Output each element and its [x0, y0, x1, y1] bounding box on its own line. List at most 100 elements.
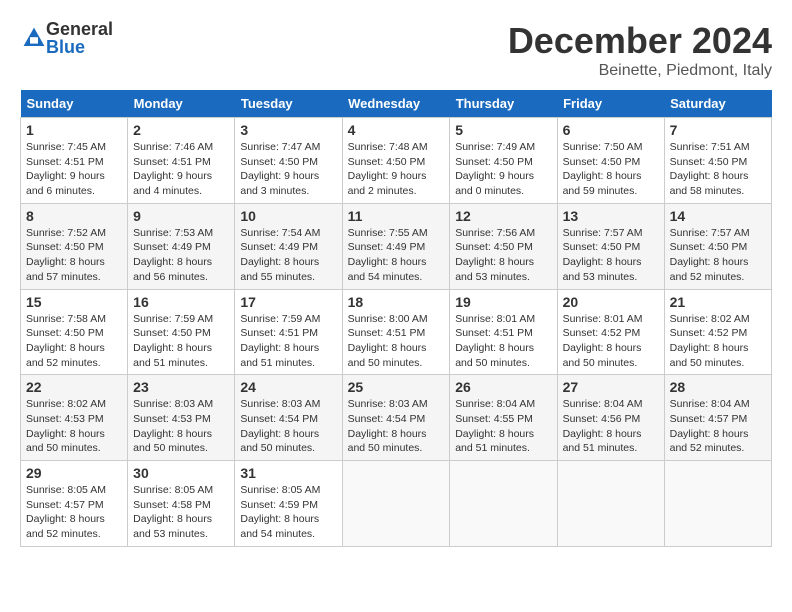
day-info: Sunrise: 8:05 AM Sunset: 4:57 PM Dayligh… [26, 483, 122, 542]
day-info: Sunrise: 8:00 AM Sunset: 4:51 PM Dayligh… [348, 312, 445, 371]
day-number: 11 [348, 208, 445, 224]
calendar-cell: 12 Sunrise: 7:56 AM Sunset: 4:50 PM Dayl… [450, 203, 557, 289]
calendar-cell: 3 Sunrise: 7:47 AM Sunset: 4:50 PM Dayli… [235, 118, 342, 204]
calendar-cell: 23 Sunrise: 8:03 AM Sunset: 4:53 PM Dayl… [128, 375, 235, 461]
calendar-cell: 13 Sunrise: 7:57 AM Sunset: 4:50 PM Dayl… [557, 203, 664, 289]
day-number: 18 [348, 294, 445, 310]
calendar-body: 1 Sunrise: 7:45 AM Sunset: 4:51 PM Dayli… [21, 118, 772, 547]
calendar-cell: 10 Sunrise: 7:54 AM Sunset: 4:49 PM Dayl… [235, 203, 342, 289]
day-info: Sunrise: 7:58 AM Sunset: 4:50 PM Dayligh… [26, 312, 122, 371]
day-info: Sunrise: 7:57 AM Sunset: 4:50 PM Dayligh… [563, 226, 659, 285]
day-info: Sunrise: 7:54 AM Sunset: 4:49 PM Dayligh… [240, 226, 336, 285]
calendar-cell: 9 Sunrise: 7:53 AM Sunset: 4:49 PM Dayli… [128, 203, 235, 289]
day-number: 9 [133, 208, 229, 224]
calendar-cell: 17 Sunrise: 7:59 AM Sunset: 4:51 PM Dayl… [235, 289, 342, 375]
day-info: Sunrise: 8:02 AM Sunset: 4:52 PM Dayligh… [670, 312, 766, 371]
calendar-cell [342, 461, 450, 547]
calendar-cell: 31 Sunrise: 8:05 AM Sunset: 4:59 PM Dayl… [235, 461, 342, 547]
day-info: Sunrise: 8:03 AM Sunset: 4:53 PM Dayligh… [133, 397, 229, 456]
day-info: Sunrise: 7:59 AM Sunset: 4:50 PM Dayligh… [133, 312, 229, 371]
col-saturday: Saturday [664, 90, 771, 118]
day-info: Sunrise: 7:53 AM Sunset: 4:49 PM Dayligh… [133, 226, 229, 285]
day-info: Sunrise: 8:04 AM Sunset: 4:57 PM Dayligh… [670, 397, 766, 456]
header: General Blue December 2024 Beinette, Pie… [20, 20, 772, 80]
calendar-cell: 22 Sunrise: 8:02 AM Sunset: 4:53 PM Dayl… [21, 375, 128, 461]
day-info: Sunrise: 8:05 AM Sunset: 4:59 PM Dayligh… [240, 483, 336, 542]
day-number: 8 [26, 208, 122, 224]
calendar-cell [664, 461, 771, 547]
day-number: 31 [240, 465, 336, 481]
col-monday: Monday [128, 90, 235, 118]
day-number: 10 [240, 208, 336, 224]
calendar-cell: 2 Sunrise: 7:46 AM Sunset: 4:51 PM Dayli… [128, 118, 235, 204]
calendar-row: 8 Sunrise: 7:52 AM Sunset: 4:50 PM Dayli… [21, 203, 772, 289]
day-number: 29 [26, 465, 122, 481]
calendar-row: 1 Sunrise: 7:45 AM Sunset: 4:51 PM Dayli… [21, 118, 772, 204]
calendar-cell: 26 Sunrise: 8:04 AM Sunset: 4:55 PM Dayl… [450, 375, 557, 461]
day-info: Sunrise: 7:57 AM Sunset: 4:50 PM Dayligh… [670, 226, 766, 285]
day-number: 7 [670, 122, 766, 138]
calendar-cell: 8 Sunrise: 7:52 AM Sunset: 4:50 PM Dayli… [21, 203, 128, 289]
calendar-cell: 29 Sunrise: 8:05 AM Sunset: 4:57 PM Dayl… [21, 461, 128, 547]
day-number: 4 [348, 122, 445, 138]
calendar-cell: 20 Sunrise: 8:01 AM Sunset: 4:52 PM Dayl… [557, 289, 664, 375]
day-number: 12 [455, 208, 551, 224]
col-thursday: Thursday [450, 90, 557, 118]
calendar-cell: 15 Sunrise: 7:58 AM Sunset: 4:50 PM Dayl… [21, 289, 128, 375]
day-info: Sunrise: 7:59 AM Sunset: 4:51 PM Dayligh… [240, 312, 336, 371]
calendar: Sunday Monday Tuesday Wednesday Thursday… [20, 90, 772, 547]
day-number: 3 [240, 122, 336, 138]
day-info: Sunrise: 7:55 AM Sunset: 4:49 PM Dayligh… [348, 226, 445, 285]
day-number: 2 [133, 122, 229, 138]
day-info: Sunrise: 7:49 AM Sunset: 4:50 PM Dayligh… [455, 140, 551, 199]
calendar-cell: 11 Sunrise: 7:55 AM Sunset: 4:49 PM Dayl… [342, 203, 450, 289]
calendar-cell: 28 Sunrise: 8:04 AM Sunset: 4:57 PM Dayl… [664, 375, 771, 461]
day-number: 6 [563, 122, 659, 138]
calendar-cell: 24 Sunrise: 8:03 AM Sunset: 4:54 PM Dayl… [235, 375, 342, 461]
day-number: 22 [26, 379, 122, 395]
logo: General Blue [20, 20, 113, 56]
calendar-cell [450, 461, 557, 547]
day-info: Sunrise: 7:45 AM Sunset: 4:51 PM Dayligh… [26, 140, 122, 199]
calendar-cell: 30 Sunrise: 8:05 AM Sunset: 4:58 PM Dayl… [128, 461, 235, 547]
day-info: Sunrise: 8:01 AM Sunset: 4:52 PM Dayligh… [563, 312, 659, 371]
calendar-cell: 5 Sunrise: 7:49 AM Sunset: 4:50 PM Dayli… [450, 118, 557, 204]
col-sunday: Sunday [21, 90, 128, 118]
day-number: 21 [670, 294, 766, 310]
calendar-row: 29 Sunrise: 8:05 AM Sunset: 4:57 PM Dayl… [21, 461, 772, 547]
day-number: 28 [670, 379, 766, 395]
day-info: Sunrise: 8:04 AM Sunset: 4:56 PM Dayligh… [563, 397, 659, 456]
day-info: Sunrise: 7:47 AM Sunset: 4:50 PM Dayligh… [240, 140, 336, 199]
calendar-cell: 7 Sunrise: 7:51 AM Sunset: 4:50 PM Dayli… [664, 118, 771, 204]
calendar-cell: 27 Sunrise: 8:04 AM Sunset: 4:56 PM Dayl… [557, 375, 664, 461]
logo-blue-text: Blue [46, 38, 113, 56]
day-info: Sunrise: 8:01 AM Sunset: 4:51 PM Dayligh… [455, 312, 551, 371]
day-info: Sunrise: 8:05 AM Sunset: 4:58 PM Dayligh… [133, 483, 229, 542]
day-number: 27 [563, 379, 659, 395]
location: Beinette, Piedmont, Italy [508, 62, 772, 80]
calendar-cell: 25 Sunrise: 8:03 AM Sunset: 4:54 PM Dayl… [342, 375, 450, 461]
day-info: Sunrise: 8:03 AM Sunset: 4:54 PM Dayligh… [348, 397, 445, 456]
day-number: 24 [240, 379, 336, 395]
month-title: December 2024 [508, 20, 772, 62]
col-tuesday: Tuesday [235, 90, 342, 118]
col-wednesday: Wednesday [342, 90, 450, 118]
day-number: 14 [670, 208, 766, 224]
day-info: Sunrise: 7:56 AM Sunset: 4:50 PM Dayligh… [455, 226, 551, 285]
day-number: 16 [133, 294, 229, 310]
calendar-cell: 4 Sunrise: 7:48 AM Sunset: 4:50 PM Dayli… [342, 118, 450, 204]
calendar-cell: 1 Sunrise: 7:45 AM Sunset: 4:51 PM Dayli… [21, 118, 128, 204]
day-number: 15 [26, 294, 122, 310]
logo-general-text: General [46, 20, 113, 38]
calendar-cell: 18 Sunrise: 8:00 AM Sunset: 4:51 PM Dayl… [342, 289, 450, 375]
day-number: 30 [133, 465, 229, 481]
calendar-row: 15 Sunrise: 7:58 AM Sunset: 4:50 PM Dayl… [21, 289, 772, 375]
calendar-cell: 6 Sunrise: 7:50 AM Sunset: 4:50 PM Dayli… [557, 118, 664, 204]
day-number: 13 [563, 208, 659, 224]
col-friday: Friday [557, 90, 664, 118]
logo-icon [22, 26, 46, 50]
day-number: 20 [563, 294, 659, 310]
day-info: Sunrise: 8:03 AM Sunset: 4:54 PM Dayligh… [240, 397, 336, 456]
day-number: 25 [348, 379, 445, 395]
day-info: Sunrise: 8:04 AM Sunset: 4:55 PM Dayligh… [455, 397, 551, 456]
